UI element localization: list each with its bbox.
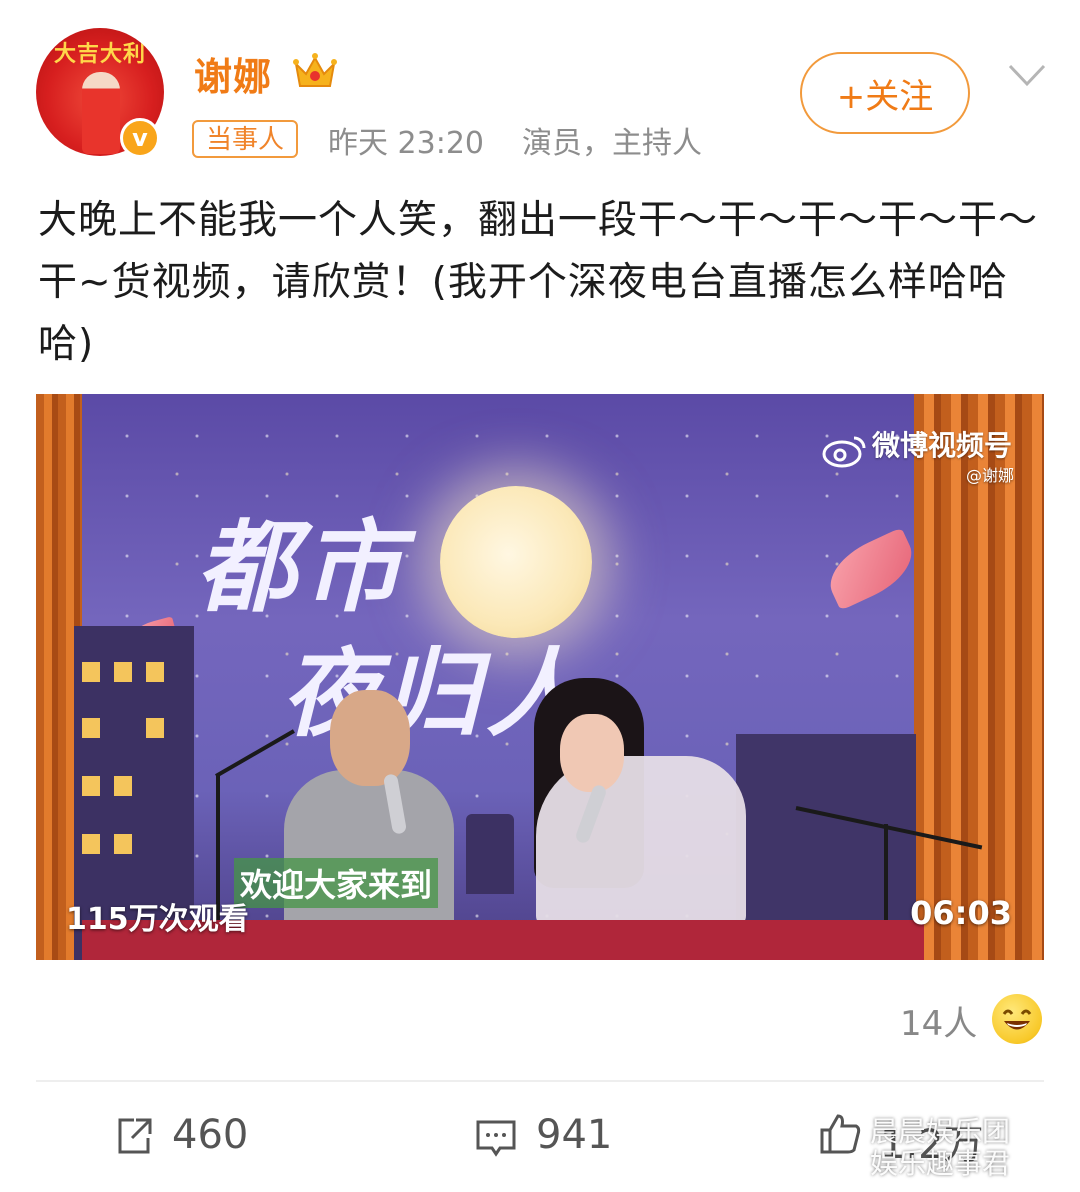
show-title-line1: 都市 <box>196 509 408 626</box>
chevron-down-icon[interactable] <box>1006 60 1048 90</box>
video-watermark-handle: @谢娜 <box>966 466 1015 485</box>
host-male <box>284 770 454 940</box>
host-female-face <box>560 714 624 792</box>
author-role: 演员，主持人 <box>522 126 702 161</box>
corner-watermark-line2: 娱乐趣事君 <box>870 1147 1011 1180</box>
divider <box>36 1080 1044 1082</box>
corner-watermark: 晨晨娱乐团 娱乐趣事君 <box>870 1116 1010 1180</box>
laughing-emoji-icon[interactable] <box>992 994 1042 1044</box>
reaction-count[interactable]: 14人 <box>900 996 977 1045</box>
crown-icon <box>293 53 337 87</box>
video-subtitle: 欢迎大家来到 <box>234 858 439 908</box>
weibo-logo-icon <box>822 436 866 468</box>
follow-button[interactable]: +关注 <box>800 52 970 134</box>
repost-count[interactable]: 460 <box>172 1112 248 1158</box>
comment-count[interactable]: 941 <box>536 1112 612 1158</box>
view-count: 115万次观看 <box>66 902 249 937</box>
verified-badge-icon: v <box>120 118 160 158</box>
video-player[interactable]: 都市 夜归人 微博视频号 @谢娜 欢迎大家来到 115万次观看 06:03 <box>36 394 1044 960</box>
post-text: 大晚上不能我一个人笑，翻出一段干～干～干～干～干～干~货视频，请欣赏！(我开个深… <box>38 198 1039 367</box>
video-duration: 06:03 <box>910 894 1012 932</box>
repost-icon[interactable] <box>112 1114 156 1158</box>
author-name[interactable]: 谢娜 <box>194 46 272 101</box>
water-tower <box>466 814 514 894</box>
corner-watermark-line1: 晨晨娱乐团 <box>870 1115 1011 1148</box>
post-time: 昨天 23:20 <box>328 126 484 161</box>
avatar-figure <box>82 72 120 154</box>
avatar-caption: 大吉大利 <box>53 41 146 67</box>
host-male-head <box>330 690 410 786</box>
like-icon[interactable] <box>818 1112 862 1156</box>
video-watermark: 微博视频号 <box>872 429 1013 462</box>
comment-icon[interactable] <box>474 1116 518 1160</box>
status-badge: 当事人 <box>192 120 299 158</box>
